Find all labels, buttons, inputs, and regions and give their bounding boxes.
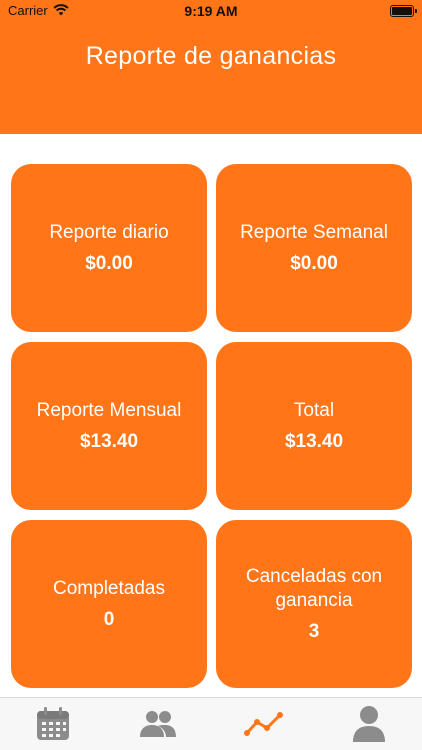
card-title: Completadas bbox=[53, 578, 165, 599]
card-value: 3 bbox=[308, 621, 320, 642]
card-weekly-report[interactable]: Reporte Semanal $0.00 bbox=[216, 164, 412, 332]
card-value: $13.40 bbox=[284, 431, 344, 452]
tab-bar bbox=[0, 697, 422, 750]
calendar-icon bbox=[37, 707, 69, 740]
card-value: $13.40 bbox=[79, 431, 139, 452]
card-title: Reporte Mensual bbox=[36, 400, 182, 421]
chart-line-icon bbox=[244, 712, 283, 736]
card-value: $0.00 bbox=[85, 253, 133, 274]
card-daily-report[interactable]: Reporte diario $0.00 bbox=[11, 164, 207, 332]
card-title: Reporte Semanal bbox=[240, 222, 388, 243]
tab-users[interactable] bbox=[138, 704, 178, 744]
card-monthly-report[interactable]: Reporte Mensual $13.40 bbox=[11, 342, 207, 510]
tab-profile[interactable] bbox=[349, 704, 389, 744]
card-completed[interactable]: Completadas 0 bbox=[11, 520, 207, 688]
tab-calendar[interactable] bbox=[33, 704, 73, 744]
card-title: Total bbox=[293, 400, 335, 421]
card-title: Reporte diario bbox=[49, 222, 169, 243]
card-value: 0 bbox=[103, 609, 115, 630]
card-total[interactable]: Total $13.40 bbox=[216, 342, 412, 510]
card-value: $0.00 bbox=[290, 253, 338, 274]
card-title: Canceladas con ganancia bbox=[245, 566, 383, 611]
users-icon bbox=[140, 711, 176, 737]
card-cancelled-with-earnings[interactable]: Canceladas con ganancia 3 bbox=[216, 520, 412, 688]
profile-icon bbox=[353, 706, 385, 742]
report-grid: Reporte diario $0.00 Reporte Semanal $0.… bbox=[0, 0, 422, 750]
tab-earnings[interactable] bbox=[244, 704, 284, 744]
